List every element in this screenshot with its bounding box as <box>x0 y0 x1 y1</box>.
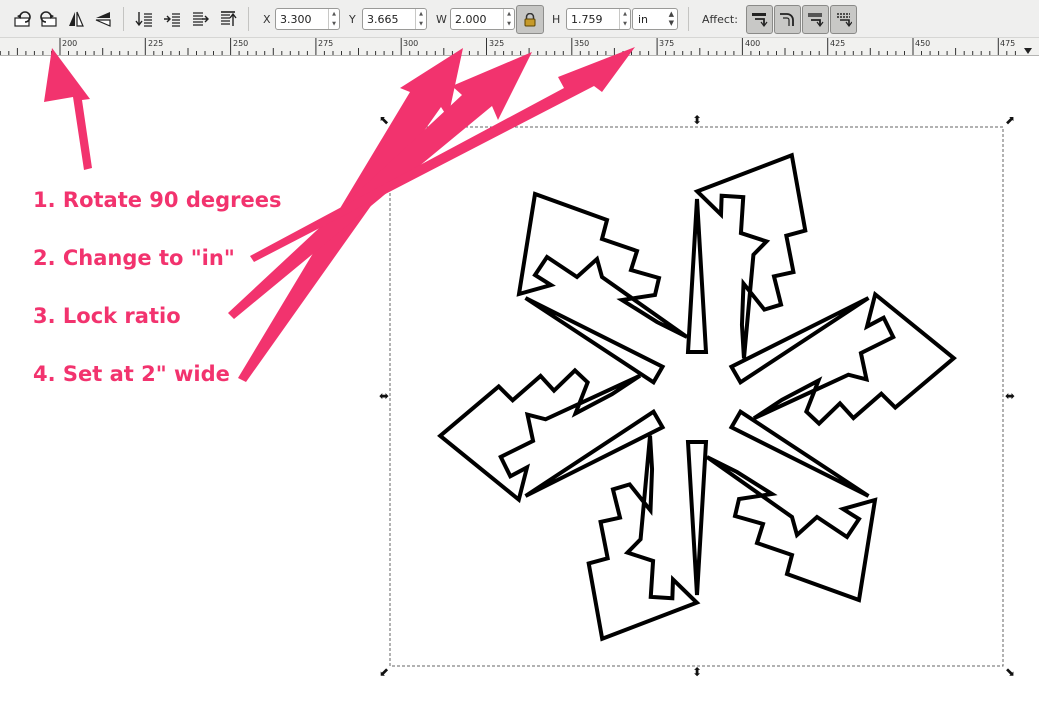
rotate-cw-icon <box>40 11 57 27</box>
ruler-label: 225 <box>148 39 164 48</box>
scale-rounded-corners-icon <box>780 13 794 26</box>
y-field[interactable]: ▲▼ <box>362 8 427 30</box>
rotate-cw-button[interactable] <box>37 6 61 32</box>
height-stepper[interactable]: ▲ ▼ <box>619 9 630 29</box>
flip-vertical-button[interactable] <box>91 6 115 32</box>
lock-ratio-button[interactable] <box>516 5 544 34</box>
width-input[interactable] <box>451 9 503 29</box>
ruler-label: 400 <box>745 39 761 48</box>
raise-to-top-button[interactable] <box>132 6 156 32</box>
width-stepper[interactable]: ▲ ▼ <box>503 9 514 29</box>
lower-icon <box>193 12 209 26</box>
affect-rounded-corners-toggle[interactable] <box>774 5 801 34</box>
flip-horizontal-icon <box>69 11 84 27</box>
toolbar-separator <box>688 7 689 31</box>
x-input[interactable] <box>276 9 328 29</box>
horizontal-ruler: 200 225 250 275 300 325 350 375 400 425 … <box>0 38 1039 56</box>
y-label: Y <box>349 13 356 26</box>
affect-stroke-width-toggle[interactable] <box>746 5 773 34</box>
raise-icon <box>164 13 180 27</box>
affect-patterns-toggle[interactable] <box>830 5 857 34</box>
height-field[interactable]: ▲▼ <box>566 8 631 30</box>
scale-stroke-icon <box>752 13 768 27</box>
x-field[interactable]: ▲▼ <box>275 8 340 30</box>
y-stepper[interactable]: ▲ ▼ <box>415 9 426 29</box>
ruler-label: 350 <box>574 39 590 48</box>
ruler-label: 275 <box>318 39 334 48</box>
toolbar-separator <box>248 7 249 31</box>
flip-horizontal-button[interactable] <box>64 6 88 32</box>
units-dropdown-icon: ▲ ▼ <box>668 10 674 27</box>
ruler-menu-icon[interactable] <box>1023 47 1033 55</box>
scale-handle-bottom[interactable]: ⬍ <box>690 665 704 679</box>
scale-handle-top[interactable]: ⬍ <box>690 113 704 127</box>
raise-button[interactable] <box>160 6 184 32</box>
affect-gradients-toggle[interactable] <box>802 5 829 34</box>
step-4-annotation: 4. Set at 2" wide <box>33 362 230 386</box>
lower-to-bottom-icon <box>221 11 237 26</box>
scale-handle-top-right[interactable]: ⬈ <box>1003 113 1017 127</box>
scale-handle-right[interactable]: ⬌ <box>1003 389 1017 403</box>
toolbar-separator <box>123 7 124 31</box>
ruler-label: 250 <box>233 39 249 48</box>
ruler-label: 325 <box>489 39 505 48</box>
ruler-label: 375 <box>659 39 675 48</box>
move-patterns-icon <box>837 13 852 27</box>
lower-to-bottom-button[interactable] <box>216 6 240 32</box>
lower-button[interactable] <box>188 6 212 32</box>
scale-handle-bottom-right[interactable]: ⬊ <box>1003 665 1017 679</box>
units-select[interactable]: in ▲ ▼ <box>632 8 678 30</box>
step-1-annotation: 1. Rotate 90 degrees <box>33 188 282 212</box>
rotate-ccw-icon <box>14 11 31 27</box>
ruler-label: 450 <box>915 39 931 48</box>
units-value: in <box>638 13 649 26</box>
lock-icon <box>524 12 536 26</box>
y-input[interactable] <box>363 9 415 29</box>
x-label: X <box>263 13 271 26</box>
raise-to-top-icon <box>135 12 152 27</box>
move-gradients-icon <box>808 13 824 27</box>
ruler-label: 475 <box>1000 39 1016 48</box>
width-field[interactable]: ▲▼ <box>450 8 515 30</box>
x-stepper[interactable]: ▲ ▼ <box>328 9 339 29</box>
ruler-label: 200 <box>62 39 78 48</box>
height-input[interactable] <box>567 9 619 29</box>
w-label: W <box>436 13 447 26</box>
flip-vertical-icon <box>95 12 111 27</box>
ruler-label: 300 <box>403 39 419 48</box>
step-2-annotation: 2. Change to "in" <box>33 246 235 270</box>
transform-toolbar: X ▲▼ Y ▲▼ W ▲▼ H ▲▼ in ▲▼ Affect: <box>0 0 1039 38</box>
rotate-ccw-button[interactable] <box>10 6 34 32</box>
h-label: H <box>552 13 561 26</box>
scale-handle-bottom-left[interactable]: ⬋ <box>377 665 391 679</box>
scale-handle-left[interactable]: ⬌ <box>377 389 391 403</box>
affect-label: Affect: <box>702 13 738 26</box>
ruler-label: 425 <box>830 39 846 48</box>
step-3-annotation: 3. Lock ratio <box>33 304 181 328</box>
scale-handle-top-left[interactable]: ⬉ <box>377 113 391 127</box>
